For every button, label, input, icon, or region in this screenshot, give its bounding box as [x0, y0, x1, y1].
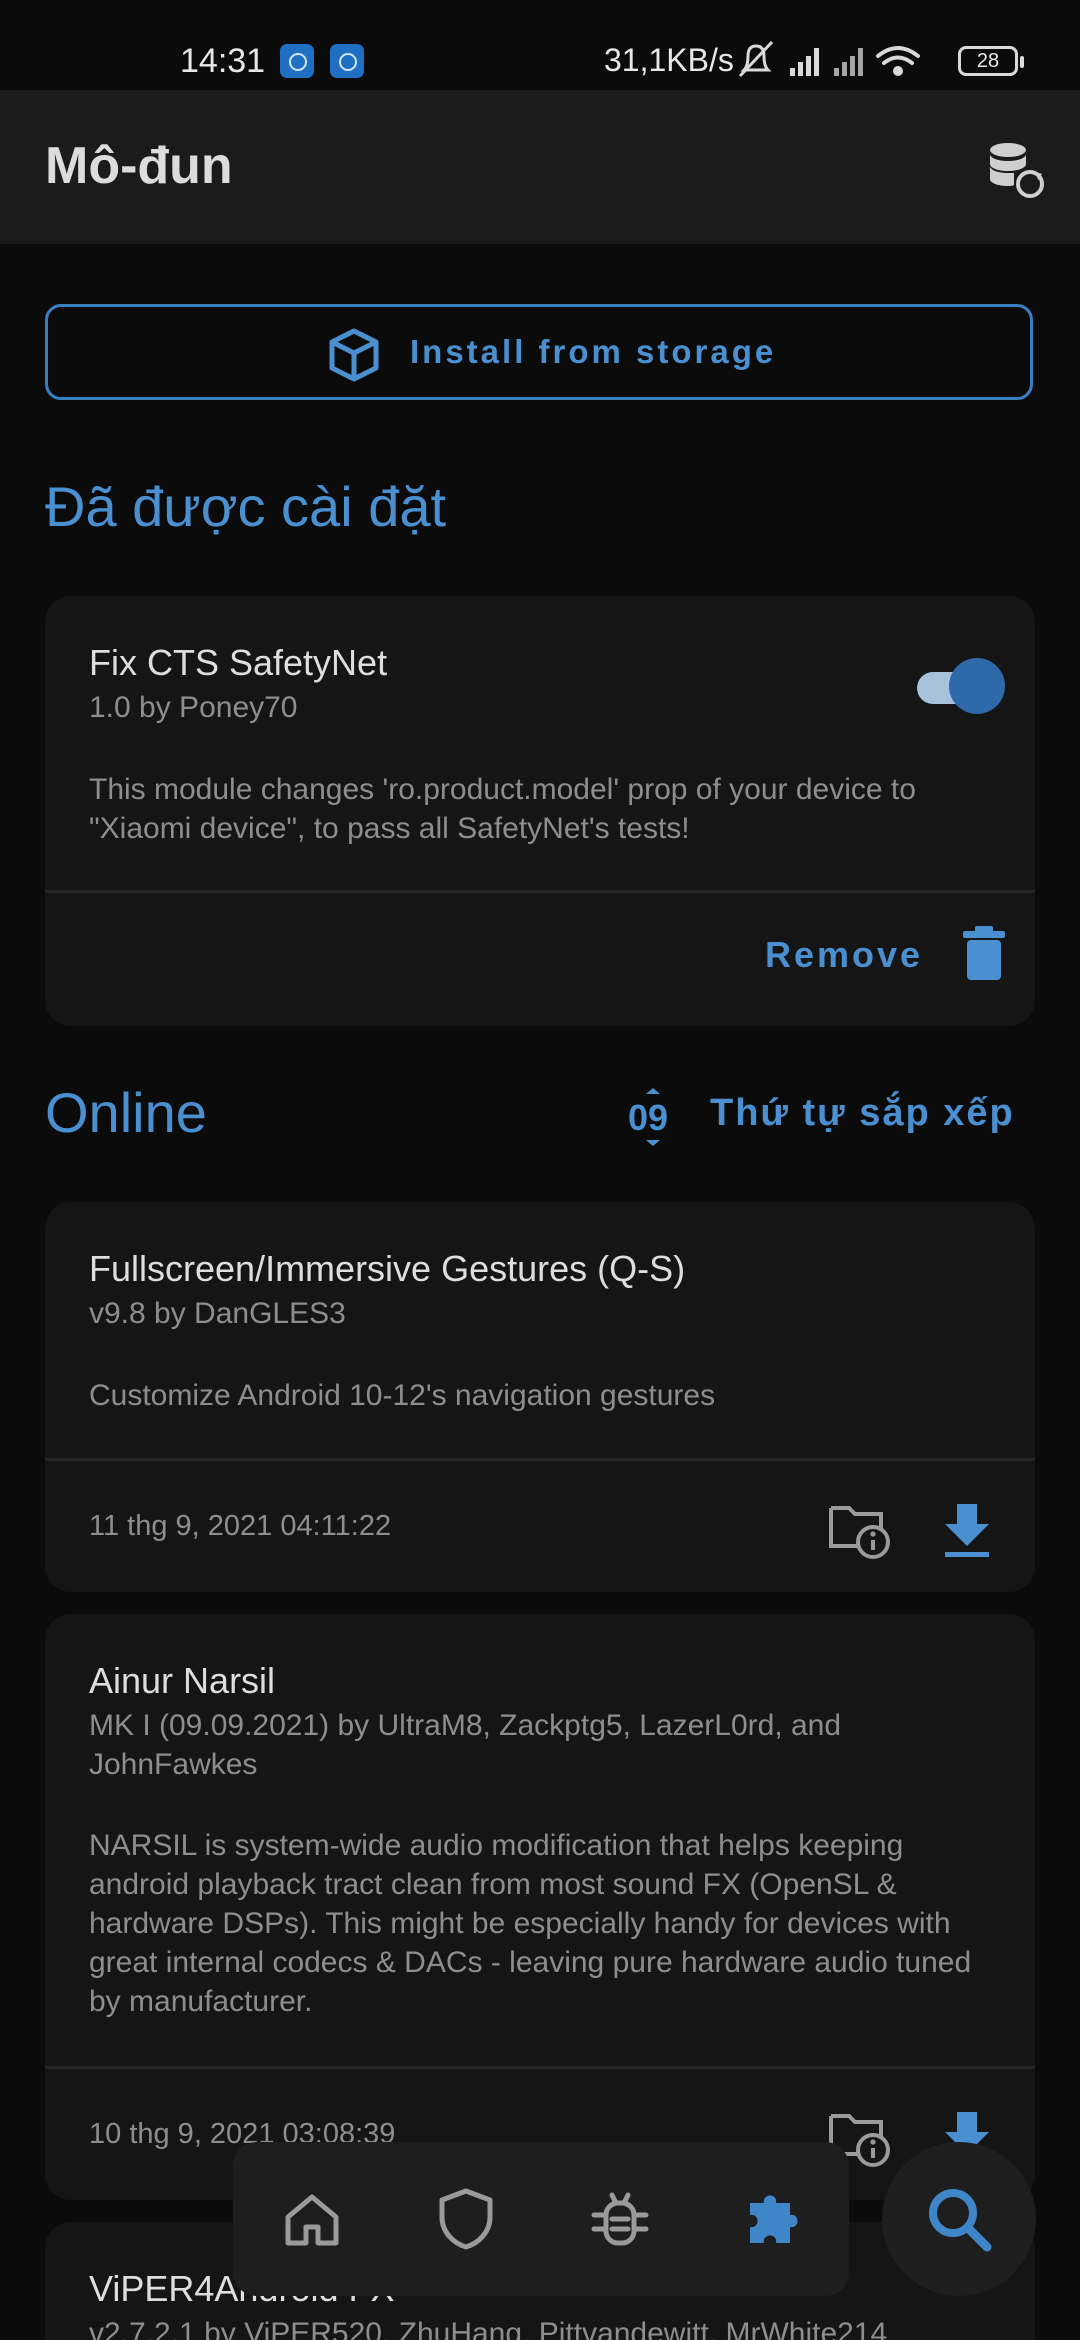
module-meta: 1.0 by Poney70: [89, 691, 298, 724]
online-module-card: Fullscreen/Immersive Gestures (Q-S) v9.8…: [45, 1202, 1035, 1592]
page-title: Mô-đun: [45, 137, 233, 195]
trash-icon: [963, 926, 1005, 980]
home-icon[interactable]: [280, 2187, 344, 2251]
status-bar: 14:31 31,1KB/s 28: [0, 0, 1080, 90]
online-module-card: Ainur Narsil MK I (09.09.2021) by UltraM…: [45, 1614, 1035, 2200]
card-divider: [45, 1458, 1035, 1461]
wifi-icon: [876, 46, 920, 76]
module-name: Fix CTS SafetyNet: [89, 642, 388, 683]
sort-order-label: Thứ tự sắp xếp: [710, 1092, 1015, 1134]
install-from-storage-label: Install from storage: [410, 333, 777, 370]
card-divider: [45, 890, 1035, 893]
repository-sync-icon[interactable]: [984, 138, 1048, 202]
app-notification-icon: [330, 44, 364, 78]
signal-icon: [790, 48, 819, 76]
puzzle-icon[interactable]: [742, 2187, 806, 2251]
app-bar: Mô-đun: [0, 90, 1080, 244]
module-name: Ainur Narsil: [89, 1660, 276, 1701]
bottom-navigation: [233, 2142, 849, 2296]
toggle-thumb: [949, 658, 1005, 714]
package-icon: [329, 328, 379, 382]
mute-icon: [738, 40, 774, 78]
remove-button[interactable]: Remove: [765, 926, 1005, 986]
sort-numeric-icon: 09: [628, 1088, 668, 1146]
module-description: This module changes 'ro.product.model' p…: [89, 773, 916, 845]
module-description: NARSIL is system-wide audio modification…: [89, 1829, 972, 2018]
card-divider: [45, 2066, 1035, 2069]
search-button[interactable]: [882, 2142, 1036, 2296]
status-time: 14:31: [180, 42, 266, 80]
module-meta: v9.8 by DanGLES3: [89, 1297, 346, 1330]
signal-icon: [834, 48, 863, 76]
sort-order-button[interactable]: 09 Thứ tự sắp xếp: [626, 1088, 1046, 1148]
download-icon[interactable]: [935, 1498, 999, 1562]
install-from-storage-button[interactable]: Install from storage: [45, 304, 1033, 400]
bug-icon[interactable]: [588, 2187, 652, 2251]
search-icon: [929, 2189, 992, 2252]
module-description: Customize Android 10-12's navigation ges…: [89, 1379, 716, 1412]
remove-label: Remove: [765, 934, 924, 975]
module-meta: MK I (09.09.2021) by UltraM8, Zackptg5, …: [89, 1709, 842, 1781]
module-name: Fullscreen/Immersive Gestures (Q-S): [89, 1248, 686, 1289]
installed-module-card: Fix CTS SafetyNet 1.0 by Poney70 This mo…: [45, 596, 1035, 1026]
installed-section-title: Đã được cài đặt: [45, 475, 447, 538]
module-meta: v2.7.2.1 by ViPER520, ZhuHang, Pittvande…: [89, 2317, 888, 2340]
network-speed: 31,1KB/s: [604, 42, 734, 78]
online-section-title: Online: [45, 1081, 207, 1144]
shield-icon[interactable]: [434, 2187, 498, 2251]
app-notification-icon: [280, 44, 314, 78]
status-icons: [738, 40, 920, 78]
folder-info-icon[interactable]: [827, 1498, 891, 1562]
module-date: 11 thg 9, 2021 04:11:22: [89, 1510, 392, 1542]
battery-icon: 28: [958, 46, 1024, 76]
module-enable-toggle[interactable]: [917, 658, 1005, 714]
sort-icon-text: 09: [628, 1097, 668, 1138]
